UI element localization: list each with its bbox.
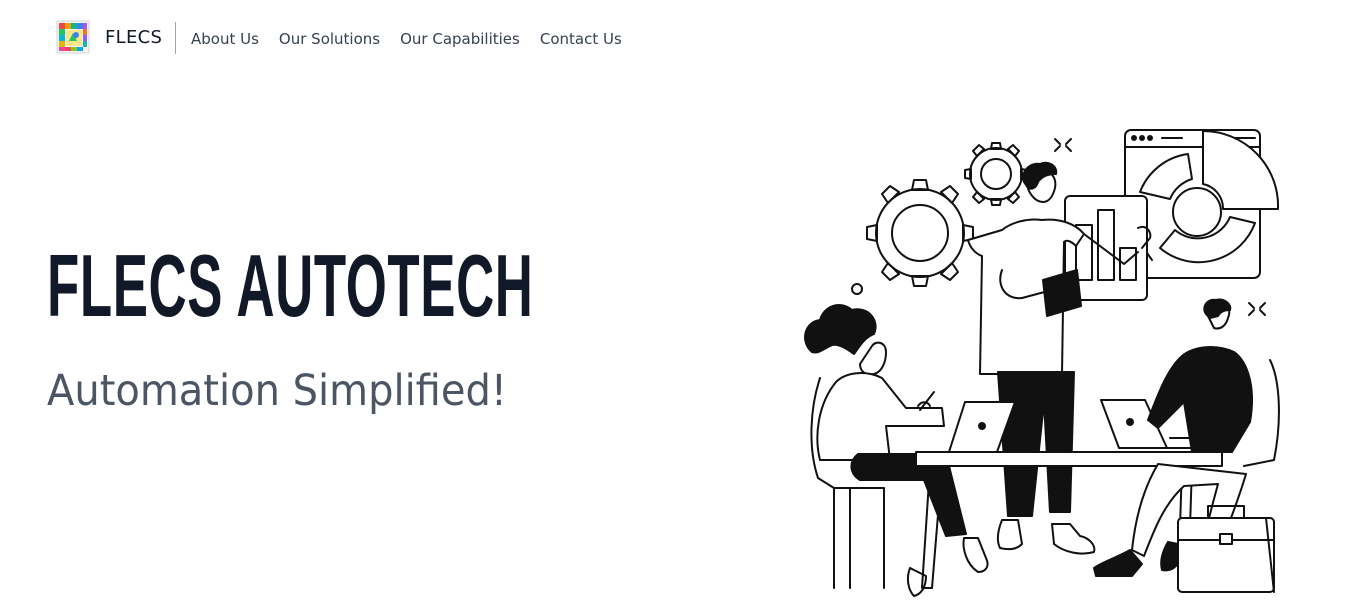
menu-item-solutions: Our Solutions bbox=[279, 29, 380, 48]
hero-title: FLECS AUTOTECH bbox=[47, 236, 534, 335]
hero-subtitle: Automation Simplified! bbox=[47, 366, 507, 416]
team-collaboration-illustration bbox=[790, 120, 1290, 610]
brand-home-link[interactable]: FLECS bbox=[56, 20, 162, 54]
main-menu: About Us Our Solutions Our Capabilities … bbox=[191, 29, 622, 48]
contact-us-link[interactable]: Contact Us bbox=[540, 30, 622, 48]
brand-name: FLECS bbox=[105, 26, 163, 48]
flecs-logo-icon bbox=[56, 20, 90, 54]
page: FLECS About Us Our Solutions Our Capabil… bbox=[0, 0, 1346, 614]
briefcase-icon bbox=[1177, 505, 1275, 593]
small-gear-icon bbox=[964, 142, 1028, 206]
about-us-link[interactable]: About Us bbox=[191, 30, 259, 48]
large-gear-icon bbox=[866, 179, 974, 287]
menu-item-capabilities: Our Capabilities bbox=[400, 29, 520, 48]
our-capabilities-link[interactable]: Our Capabilities bbox=[400, 30, 520, 48]
bubble-icon bbox=[851, 283, 863, 295]
nav-divider bbox=[175, 22, 176, 54]
top-navigation: FLECS About Us Our Solutions Our Capabil… bbox=[0, 0, 1346, 78]
our-solutions-link[interactable]: Our Solutions bbox=[279, 30, 380, 48]
menu-item-contact: Contact Us bbox=[540, 29, 622, 48]
menu-item-about: About Us bbox=[191, 29, 259, 48]
